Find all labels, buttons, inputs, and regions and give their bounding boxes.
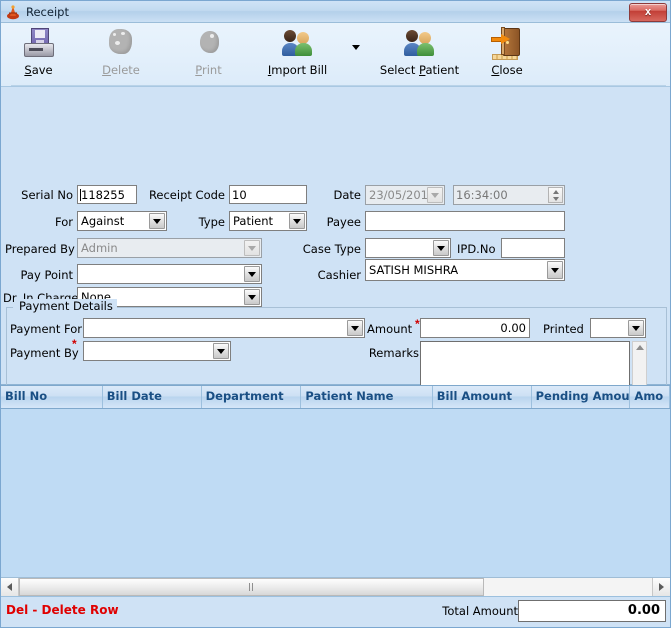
payment-for-select[interactable] <box>83 318 365 338</box>
grip-icon <box>248 583 255 591</box>
type-select[interactable]: Patient <box>229 211 307 231</box>
app-icon <box>5 4 21 20</box>
label-pay-point: Pay Point <box>20 268 73 282</box>
printed-select[interactable] <box>590 318 646 338</box>
toolbar-button-save[interactable]: Save <box>1 23 76 87</box>
label-receipt-code: Receipt Code <box>148 188 225 202</box>
column-header-bill-date[interactable]: Bill Date <box>103 386 202 408</box>
total-amount-value: 0.00 <box>518 600 666 622</box>
required-marker-amount: * <box>415 317 420 331</box>
prepared-by-select[interactable]: Admin <box>77 238 262 258</box>
toolbar-label-close: lose <box>499 63 523 77</box>
label-case-type: Case Type <box>302 242 361 256</box>
close-icon: x <box>644 6 652 18</box>
floppy-disk-icon <box>22 27 56 60</box>
chevron-down-icon[interactable] <box>244 240 260 256</box>
payment-details-title: Payment Details <box>15 299 117 313</box>
label-cashier: Cashier <box>317 268 361 282</box>
exit-door-icon <box>490 27 524 60</box>
cashier-select[interactable]: SATISH MISHRA <box>365 259 565 281</box>
toolbar-button-print[interactable]: Print <box>166 23 251 87</box>
pay-point-select[interactable] <box>77 264 262 284</box>
serial-no-input[interactable]: 118255 <box>77 185 137 204</box>
toolbar-label-print: rint <box>202 63 222 77</box>
column-header-patient-name[interactable]: Patient Name <box>301 386 433 408</box>
chevron-down-icon[interactable] <box>427 187 443 203</box>
scroll-left-button[interactable] <box>1 578 19 596</box>
toolbar-button-import-bill[interactable]: Import Bill <box>251 23 344 87</box>
grid-header-row: Bill No Bill Date Department Patient Nam… <box>1 386 670 409</box>
arrow-right-icon <box>659 583 664 591</box>
toolbar-button-select-patient[interactable]: Select Patient <box>368 23 471 87</box>
spinner-buttons[interactable] <box>548 187 563 203</box>
label-payee: Payee <box>326 215 361 229</box>
grid-horizontal-scrollbar[interactable] <box>1 577 670 596</box>
label-remarks: Remarks <box>368 346 419 360</box>
column-header-amount[interactable]: Amo <box>630 386 670 408</box>
payment-by-select[interactable] <box>83 341 231 361</box>
arrow-left-icon <box>7 583 12 591</box>
grid-body[interactable] <box>1 409 670 577</box>
time-spinner[interactable]: 16:34:00 <box>453 185 565 205</box>
label-total-amount: Total Amount <box>442 604 518 618</box>
chevron-down-icon <box>352 45 360 50</box>
form-area: Serial No 118255 Receipt Code 10 Date 23… <box>1 87 670 459</box>
chevron-down-icon[interactable] <box>213 343 229 359</box>
eraser-icon <box>104 27 138 60</box>
case-type-select[interactable] <box>365 238 451 258</box>
chevron-down-icon[interactable] <box>547 261 563 279</box>
chevron-down-icon[interactable] <box>244 266 260 282</box>
bills-grid: Bill No Bill Date Department Patient Nam… <box>1 385 670 596</box>
printer-icon <box>192 27 226 60</box>
scroll-up-icon[interactable] <box>635 345 644 350</box>
chevron-down-icon[interactable] <box>628 320 644 336</box>
toolbar: Save Delete Print Import Bill Select Pat… <box>1 23 670 87</box>
for-select[interactable]: Against <box>77 211 167 231</box>
toolbar-button-delete[interactable]: Delete <box>76 23 166 87</box>
column-header-pending-amount[interactable]: Pending Amount <box>532 386 631 408</box>
column-header-bill-amount[interactable]: Bill Amount <box>433 386 532 408</box>
window-close-button[interactable]: x <box>629 3 667 22</box>
column-header-department[interactable]: Department <box>202 386 302 408</box>
toolbar-label-delete: elete <box>110 63 140 77</box>
footer-bar: Del - Delete Row Total Amount 0.00 <box>1 596 670 627</box>
chevron-down-icon[interactable] <box>149 213 165 229</box>
chevron-down-icon[interactable] <box>347 320 363 336</box>
ipd-no-input[interactable] <box>501 238 565 258</box>
label-printed: Printed <box>543 322 584 336</box>
scroll-thumb[interactable] <box>19 578 485 596</box>
label-type: Type <box>198 215 225 229</box>
label-payment-for: Payment For <box>10 322 82 336</box>
payee-input[interactable] <box>365 211 565 231</box>
toolbar-button-close[interactable]: Close <box>471 23 543 87</box>
column-header-bill-no[interactable]: Bill No <box>1 386 103 408</box>
label-ipd-no: IPD.No <box>457 242 496 256</box>
two-people-icon <box>281 27 315 60</box>
label-for: For <box>55 215 73 229</box>
label-amount: Amount <box>367 322 413 336</box>
amount-input[interactable]: 0.00 <box>420 318 530 338</box>
delete-row-hint: Del - Delete Row <box>6 603 119 617</box>
chevron-down-icon[interactable] <box>433 240 449 256</box>
label-serial-no: Serial No <box>21 188 73 202</box>
toolbar-separator <box>11 85 666 86</box>
required-marker-payment-by: * <box>72 337 77 351</box>
label-prepared-by: Prepared By <box>5 242 75 256</box>
title-bar: Receipt x <box>1 1 670 23</box>
window-title: Receipt <box>26 4 69 19</box>
label-date: Date <box>333 188 362 202</box>
toolbar-label-select-patient: Select <box>379 63 420 77</box>
toolbar-label-import-bill: mport Bill <box>271 63 328 77</box>
scroll-track[interactable] <box>19 578 652 596</box>
toolbar-label-save: ave <box>31 63 53 77</box>
chevron-down-icon[interactable] <box>244 289 260 305</box>
receipt-code-input[interactable]: 10 <box>229 185 307 204</box>
two-people-icon <box>403 27 437 60</box>
scroll-right-button[interactable] <box>652 578 670 596</box>
date-picker[interactable]: 23/05/2016 <box>365 185 445 205</box>
receipt-window: Receipt x Save Delete Print Import Bill … <box>0 0 671 628</box>
